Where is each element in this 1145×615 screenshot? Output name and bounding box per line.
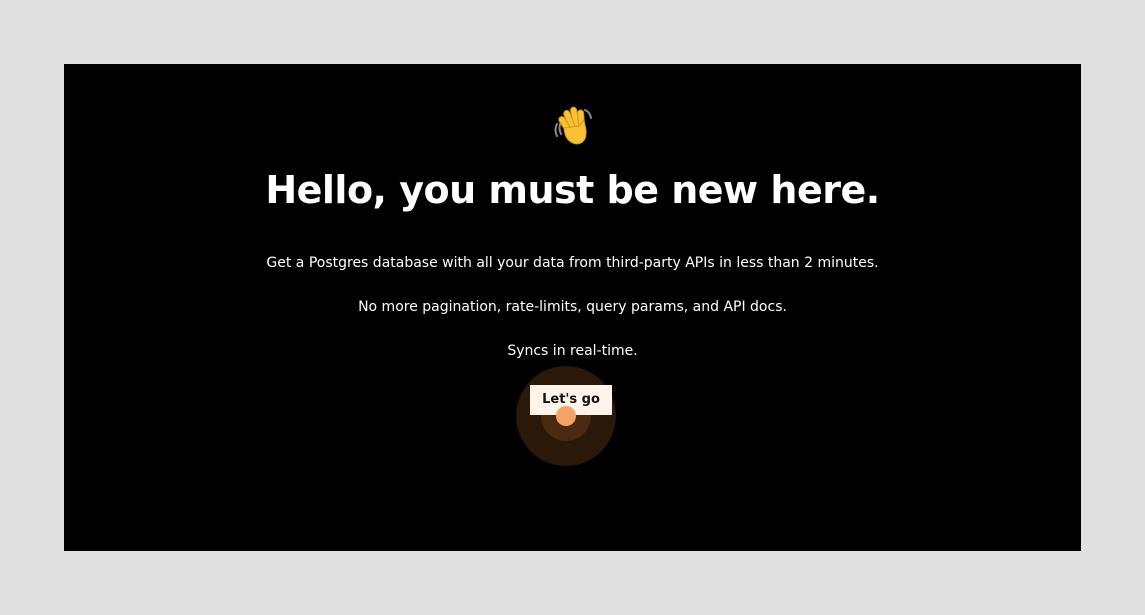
waving-hand-icon [64, 104, 1081, 159]
description-line-1: Get a Postgres database with all your da… [266, 255, 879, 271]
welcome-panel: Hello, you must be new here. Get a Postg… [64, 64, 1081, 551]
cursor-dot [556, 406, 576, 426]
description-line-2: No more pagination, rate-limits, query p… [358, 299, 787, 315]
page-title: Hello, you must be new here. [265, 168, 880, 212]
description-line-3: Syncs in real-time. [507, 343, 638, 359]
